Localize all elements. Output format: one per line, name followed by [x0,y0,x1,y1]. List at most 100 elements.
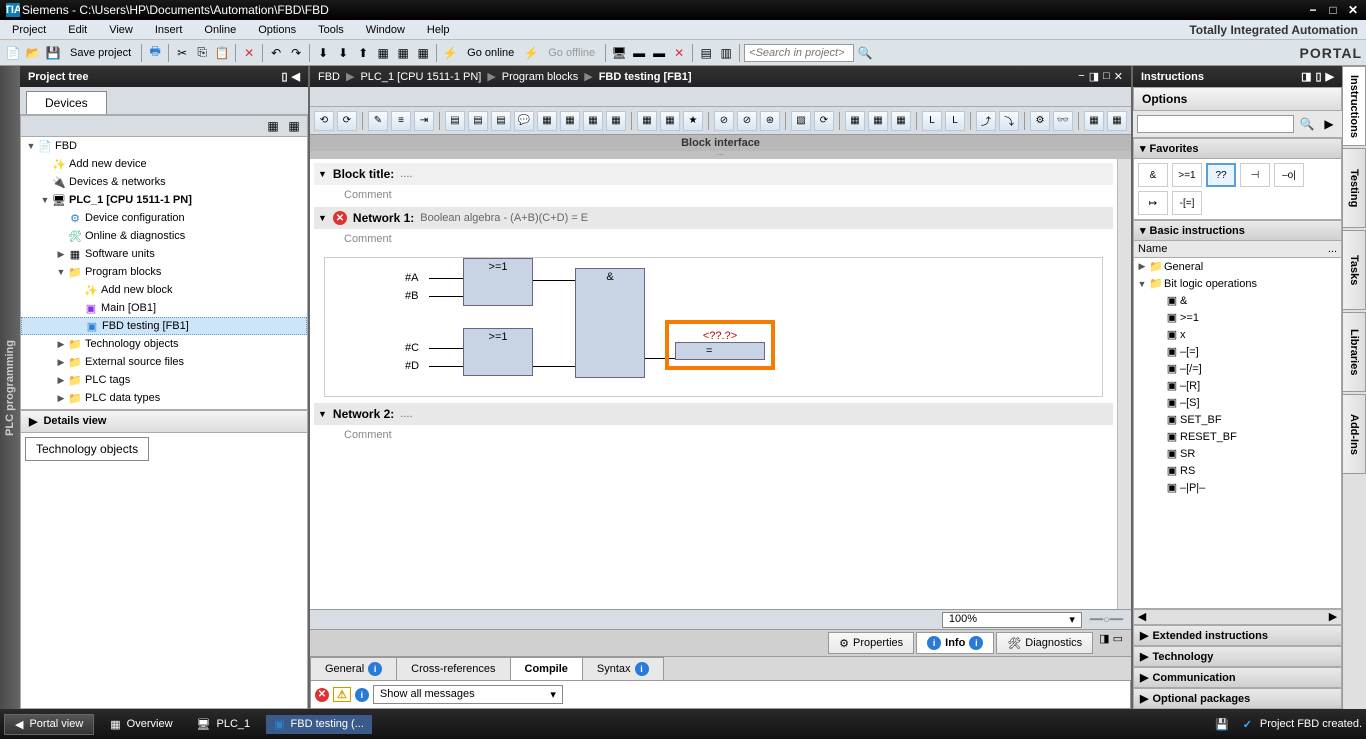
search-go-icon[interactable]: 🔍 [856,44,874,62]
split-v-icon[interactable]: ▥ [717,44,735,62]
devices-tab[interactable]: Devices [26,91,107,114]
menu-help[interactable]: Help [423,22,454,38]
tb-icon[interactable]: ⟳ [814,111,834,131]
tb-icon[interactable]: ⊘ [714,111,734,131]
crumb-program-blocks[interactable]: Program blocks [502,71,578,83]
tree-add-device[interactable]: Add new device [67,158,147,170]
network1-subtitle[interactable]: Boolean algebra - (A+B)(C+D) = E [420,212,588,224]
tb-icon[interactable]: ▦ [637,111,657,131]
upload-icon[interactable]: ⬆ [354,44,372,62]
zoom-select[interactable]: 100%▾ [942,612,1082,628]
minimize-button[interactable]: − [1304,3,1322,17]
fbd-testing-item[interactable]: ▣FBD testing (... [266,715,372,734]
close-button[interactable]: ✕ [1344,3,1362,17]
tech-objects-tab[interactable]: Technology objects [25,437,149,461]
tb-icon[interactable]: ▤ [491,111,511,131]
fbd-canvas[interactable]: #A #B >=1 #C #D >=1 & <??.? [324,257,1103,397]
project-tree[interactable]: ▼📄FBD ✨Add new device 🔌Devices & network… [20,137,308,410]
tb-icon[interactable]: ⚙ [1030,111,1050,131]
block-comment[interactable]: Comment [314,187,1113,207]
options-header[interactable]: Options [1133,87,1342,111]
instr-item[interactable]: –[R] [1180,380,1200,392]
arrow-icon[interactable]: ▶ [1320,115,1338,133]
instr-item[interactable]: –[=] [1180,346,1199,358]
tree-ext-source[interactable]: External source files [83,356,184,368]
save-icon[interactable]: 💾 [44,44,62,62]
menu-online[interactable]: Online [200,22,240,38]
diagnostics-tab[interactable]: 🛠Diagnostics [996,632,1093,654]
fav-or[interactable]: >=1 [1172,163,1202,187]
compile-icon[interactable]: ⬇ [314,44,332,62]
block-interface-bar[interactable]: Block interface [310,135,1131,151]
optional-packages-header[interactable]: ▶Optional packages [1133,688,1342,709]
warning-filter-icon[interactable]: ⚠ [333,687,351,702]
open-project-icon[interactable]: 📂 [24,44,42,62]
crossref-tab[interactable]: Cross-references [396,657,510,680]
tb-icon[interactable]: ▦ [868,111,888,131]
tb-icon[interactable]: ▦ [537,111,557,131]
plc1-item[interactable]: 🖥PLC_1 [189,715,259,734]
expander-icon[interactable]: ▶ [55,249,67,260]
sidebar-tab-tasks[interactable]: Tasks [1343,230,1366,310]
communication-header[interactable]: ▶Communication [1133,667,1342,688]
expander-icon[interactable]: ▶ [55,339,67,350]
tb-icon[interactable]: ▤ [468,111,488,131]
tree-view-icon[interactable]: ▦ [264,117,282,135]
search-options-icon[interactable]: 🔍 [1298,115,1316,133]
general-tab[interactable]: Generali [310,657,397,680]
tree-tech-objects[interactable]: Technology objects [83,338,179,350]
paste-icon[interactable]: 📋 [213,44,231,62]
instruction-search[interactable] [1137,115,1294,133]
menu-window[interactable]: Window [362,22,409,38]
instr-item[interactable]: SR [1180,448,1195,460]
compile-tab[interactable]: Compile [510,657,583,680]
expander-icon[interactable]: ▶ [55,375,67,386]
scroll-right-icon[interactable]: ▶ [1325,610,1341,624]
crumb-fbd[interactable]: FBD [318,71,340,83]
tb-icon[interactable]: ▦ [891,111,911,131]
split-h-icon[interactable]: ▤ [697,44,715,62]
fav-and[interactable]: & [1138,163,1168,187]
fav-placeholder[interactable]: ?? [1206,163,1236,187]
instr-bitlogic[interactable]: Bit logic operations [1164,278,1257,290]
tb-icon[interactable]: ⟳ [337,111,357,131]
tree-plc1[interactable]: PLC_1 [CPU 1511-1 PN] [67,194,192,206]
tb-icon[interactable]: ⤴ [976,111,996,131]
collapse-icon[interactable]: ▯ [281,70,287,83]
save-project-button[interactable]: Save project [64,44,137,62]
search-input[interactable] [744,44,854,62]
tb-icon[interactable]: 👓 [1053,111,1073,131]
fav-jump[interactable]: ↦ [1138,191,1168,215]
menu-tools[interactable]: Tools [314,22,348,38]
tree-plc-data-types[interactable]: PLC data types [83,392,160,404]
sim-icon[interactable]: ▦ [394,44,412,62]
instr-item[interactable]: –[S] [1180,397,1200,409]
tb-icon[interactable]: ▦ [845,111,865,131]
tree-fbd-testing[interactable]: FBD testing [FB1] [100,320,189,332]
menu-options[interactable]: Options [254,22,300,38]
accessible-icon[interactable]: 🖥 [610,44,628,62]
info-filter-icon[interactable]: i [355,688,369,702]
menu-insert[interactable]: Insert [151,22,187,38]
expander-icon[interactable]: ▼ [318,169,327,179]
sidebar-tab-addins[interactable]: Add-Ins [1343,394,1366,474]
tb-icon[interactable]: ▤ [445,111,465,131]
fbd-or-block-2[interactable]: >=1 [463,328,533,376]
tb-icon[interactable]: ▦ [660,111,680,131]
scroll-left-icon[interactable]: ◀ [1134,610,1150,624]
details-view-header[interactable]: ▶Details view [20,410,308,433]
hw-icon[interactable]: ▦ [374,44,392,62]
tree-software-units[interactable]: Software units [83,248,155,260]
network1-title[interactable]: Network 1: [353,211,414,225]
info-tab[interactable]: iInfoi [916,632,994,654]
instr-item[interactable]: RESET_BF [1180,431,1237,443]
fbd-input-a[interactable]: #A [405,272,418,284]
arrow-left-icon[interactable]: ◀ [292,70,300,83]
instr-item[interactable]: SET_BF [1180,414,1222,426]
instr-item[interactable]: >=1 [1180,312,1199,324]
fbd-or-block-1[interactable]: >=1 [463,258,533,306]
properties-tab[interactable]: ⚙Properties [828,632,914,654]
instr-item[interactable]: –[/=] [1180,363,1202,375]
tree-online-diag[interactable]: Online & diagnostics [83,230,185,242]
fbd-and-block[interactable]: & [575,268,645,378]
